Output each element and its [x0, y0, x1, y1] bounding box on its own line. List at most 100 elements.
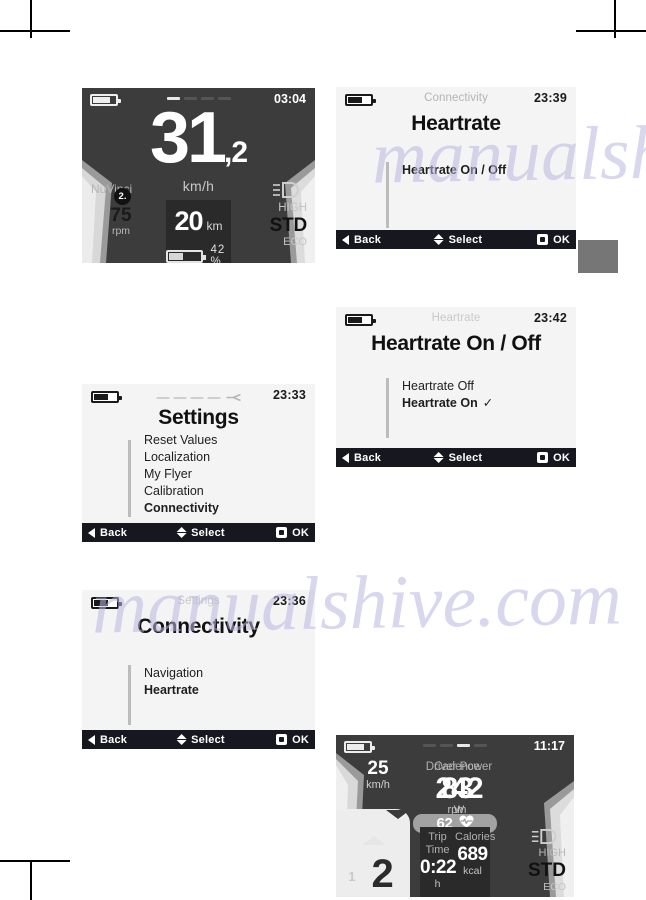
ok-label: OK: [292, 526, 309, 539]
page-title: Settings: [158, 406, 239, 429]
menu-status-bar: 23:33: [82, 384, 315, 408]
menu-item-navigation[interactable]: Navigation: [144, 665, 315, 682]
lower-info-panel: Trip Time 0:22 h Calories 689 kcal: [420, 827, 496, 897]
wrench-icon: [225, 393, 241, 402]
back-label: Back: [100, 733, 128, 746]
ok-button[interactable]: OK: [537, 452, 570, 464]
menu-body: Reset Values Localization My Flyer Calib…: [82, 430, 315, 523]
calories-metric: Calories 689 kcal: [455, 831, 496, 877]
page-indicator: [423, 744, 487, 747]
cadence-unit: rpm: [111, 225, 131, 237]
clock: 11:17: [533, 739, 565, 753]
gear-value: 2: [371, 852, 393, 896]
calories-unit: kcal: [463, 865, 482, 877]
back-button[interactable]: Back: [88, 734, 127, 746]
battery-percent: 42 %: [210, 244, 226, 263]
back-button[interactable]: Back: [342, 452, 381, 464]
battery-icon: [91, 597, 122, 609]
trip-time-value: 0:22: [420, 857, 457, 878]
ok-button[interactable]: OK: [276, 527, 309, 539]
select-button[interactable]: Select: [176, 734, 225, 746]
crop-mark-top-left-vertical: [30, 0, 32, 38]
breadcrumb-dashes: [156, 393, 241, 402]
back-button[interactable]: Back: [342, 234, 381, 246]
menu-item-heartrate-on[interactable]: Heartrate On ✓: [402, 395, 576, 412]
lower-info-panel: 20 km 42 %: [166, 200, 231, 263]
speed-integer: 31: [149, 98, 227, 178]
speed-decimal: ,2: [224, 136, 248, 169]
back-label: Back: [100, 526, 128, 539]
ok-label: OK: [553, 233, 570, 246]
trip-time-metric: Trip Time 0:22 h: [420, 831, 457, 890]
support-mode-selector: HIGH STD ECO: [508, 847, 566, 893]
ok-label: OK: [553, 451, 570, 464]
support-high-label: HIGH: [278, 202, 307, 214]
gear-readout: 12: [336, 853, 420, 895]
support-high-label: HIGH: [538, 847, 567, 859]
page-edge-tab-marker: [578, 240, 618, 273]
back-label: Back: [354, 451, 382, 464]
trip-time-label: Trip Time: [425, 831, 450, 856]
menu-list: Navigation Heartrate: [128, 665, 315, 725]
up-down-arrows-icon: [433, 234, 444, 245]
ok-label: OK: [292, 733, 309, 746]
calories-value: 689: [457, 844, 488, 865]
ok-button[interactable]: OK: [537, 234, 570, 246]
arrow-left-icon: [88, 734, 95, 745]
menu-item-reset-values[interactable]: Reset Values: [144, 432, 315, 449]
arrow-left-icon: [88, 527, 95, 538]
menu-item-heartrate-off[interactable]: Heartrate Off: [402, 378, 576, 395]
speed-dashboard-screen: 03:04 31,2 km/h NuVinci 2. 75 rpm HIGH S…: [82, 88, 315, 263]
support-eco-label: ECO: [543, 881, 566, 893]
menu-item-calibration[interactable]: Calibration: [144, 483, 315, 500]
crop-mark-top-right-horizontal: [576, 30, 646, 32]
select-button[interactable]: Select: [433, 234, 483, 246]
calories-label: Calories: [455, 831, 496, 843]
menu-scroll-rail: [128, 665, 131, 725]
up-down-arrows-icon: [176, 527, 187, 538]
ok-button[interactable]: OK: [276, 734, 309, 746]
nav-bar: Back Select OK: [336, 230, 576, 249]
up-down-arrows-icon: [176, 734, 187, 745]
distance-readout: 20 km: [166, 206, 231, 237]
trip-time-unit: h: [434, 878, 441, 890]
menu-body: Navigation Heartrate: [82, 639, 315, 730]
menu-item-localization[interactable]: Localization: [144, 449, 315, 466]
select-label: Select: [191, 733, 225, 746]
menu-item-heartrate-on-off[interactable]: Heartrate On / Off: [402, 162, 576, 179]
select-label: Select: [191, 526, 225, 539]
gear-min-label: 1: [348, 869, 356, 884]
nav-bar: Back Select OK: [82, 730, 315, 749]
select-label: Select: [448, 451, 483, 464]
speed-value: 31,2: [82, 102, 315, 189]
arrow-left-icon: [342, 234, 349, 245]
select-button[interactable]: Select: [433, 451, 483, 464]
battery-bar-icon: [166, 249, 206, 263]
select-button[interactable]: Select: [176, 527, 225, 539]
cadence-value: 75: [110, 205, 132, 226]
ok-square-icon: [537, 234, 549, 245]
speed-value: 25: [367, 758, 389, 779]
menu-item-heartrate[interactable]: Heartrate: [144, 682, 315, 699]
support-std-label: STD: [528, 860, 566, 881]
connectivity-menu-screen: Settings 23:36 Connectivity Navigation H…: [82, 590, 315, 749]
clock: 23:33: [273, 388, 306, 402]
support-eco-label: ECO: [283, 236, 307, 248]
menu-list: Reset Values Localization My Flyer Calib…: [128, 432, 315, 517]
crop-mark-top-left-horizontal: [0, 30, 70, 32]
shift-arrows-icon: [362, 810, 410, 845]
battery-icon: [91, 391, 122, 403]
page-title: Connectivity: [137, 615, 260, 638]
dash-status-bar: 11:17: [336, 735, 574, 759]
settings-menu-screen: 23:33 Settings Reset Values Localization…: [82, 384, 315, 542]
back-label: Back: [354, 233, 382, 246]
menu-item-my-flyer[interactable]: My Flyer: [144, 466, 315, 483]
speed-readout: 25 km/h: [336, 758, 420, 792]
ok-square-icon: [276, 527, 288, 538]
breadcrumb: Connectivity: [424, 92, 488, 104]
back-button[interactable]: Back: [88, 527, 127, 539]
menu-item-connectivity[interactable]: Connectivity: [144, 500, 315, 517]
clock: 23:39: [534, 91, 567, 105]
battery-bar-row: 42 %: [166, 244, 231, 263]
menu-body: Heartrate On / Off: [336, 136, 576, 230]
